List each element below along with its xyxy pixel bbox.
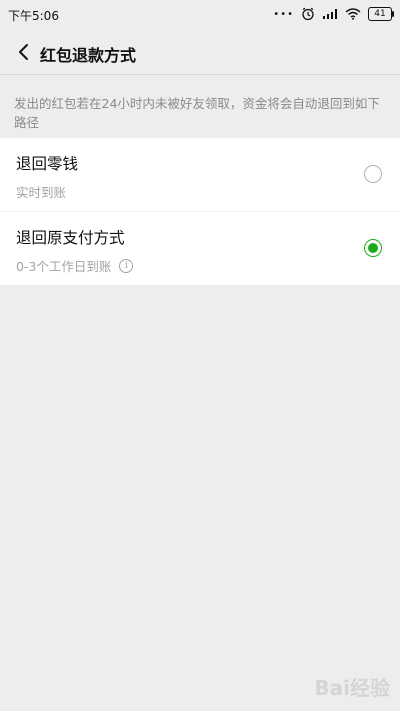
refund-options-list: 退回零钱 实时到账 退回原支付方式 0-3个工作日到账 i	[0, 138, 400, 285]
option-title: 退回零钱	[16, 155, 79, 173]
status-bar: 下午5:06 ••• 41	[0, 0, 400, 30]
option-subtitle: 实时到账	[16, 182, 66, 201]
page-title: 红包退款方式	[40, 46, 137, 65]
radio-button-refund-to-balance[interactable]	[364, 165, 382, 183]
option-subtitle-text: 0-3个工作日到账	[16, 259, 112, 274]
description-text: 发出的红包若在24小时内未被好友领取，资金将会自动退回到如下路径	[14, 96, 380, 130]
chevron-left-icon	[19, 44, 28, 60]
option-subtitle-text: 实时到账	[16, 185, 67, 200]
radio-button-refund-to-original-payment[interactable]	[364, 239, 382, 257]
signal-icon	[323, 9, 337, 19]
option-title: 退回原支付方式	[16, 229, 125, 247]
info-icon[interactable]: i	[119, 258, 134, 273]
option-refund-to-original-payment[interactable]: 退回原支付方式 0-3个工作日到账 i	[0, 211, 400, 285]
battery-icon: 41	[368, 7, 394, 21]
status-time: 下午5:06	[8, 9, 59, 23]
back-button[interactable]	[12, 40, 36, 64]
alarm-icon	[302, 7, 314, 21]
option-subtitle: 0-3个工作日到账 i	[16, 256, 134, 275]
more-dots: •••	[273, 8, 294, 20]
option-refund-to-balance[interactable]: 退回零钱 实时到账	[0, 138, 400, 211]
wifi-icon	[345, 8, 361, 20]
watermark-logo: Bai经验	[314, 676, 390, 700]
status-icons: ••• 41	[273, 6, 394, 22]
nav-bar: 红包退款方式	[0, 30, 400, 74]
nav-divider	[0, 74, 400, 75]
